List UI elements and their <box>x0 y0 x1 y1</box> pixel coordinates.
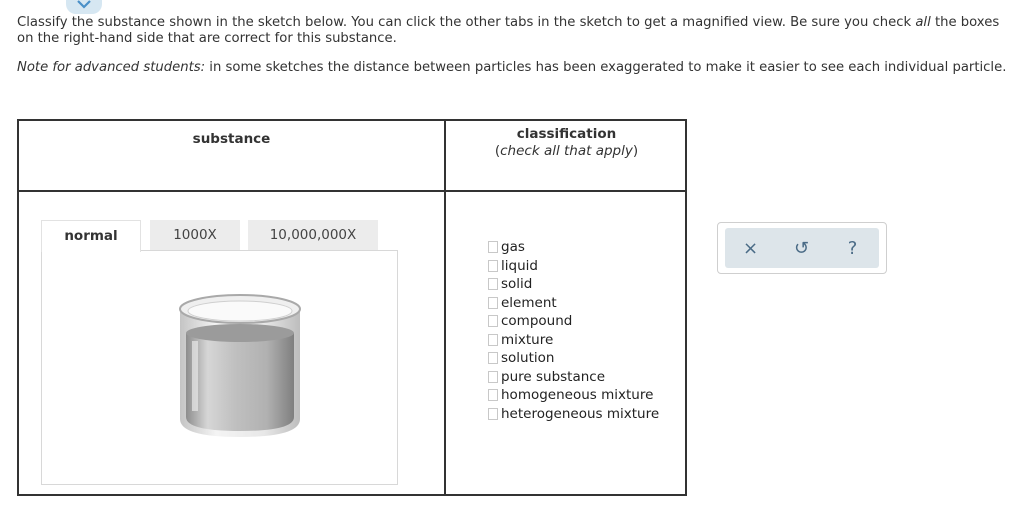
checkbox-solution[interactable] <box>488 352 498 365</box>
chevron-down-icon <box>77 0 91 9</box>
classification-options: gas liquid solid element compound mixtur… <box>488 238 659 423</box>
clear-button[interactable]: × <box>725 228 776 268</box>
tab-1000x[interactable]: 1000X <box>150 220 240 250</box>
checkbox-gas[interactable] <box>488 241 498 254</box>
checkbox-liquid[interactable] <box>488 259 498 272</box>
column-divider <box>444 121 446 494</box>
help-icon: ? <box>847 237 858 259</box>
checkbox-solid[interactable] <box>488 278 498 291</box>
checkbox-homogeneous-mixture[interactable] <box>488 389 498 402</box>
undo-icon: ↺ <box>793 237 810 259</box>
checkbox-pure-substance[interactable] <box>488 370 498 383</box>
option-liquid: liquid <box>488 257 659 276</box>
action-buttons: × ↺ ? <box>725 228 879 268</box>
tab-10000000x[interactable]: 10,000,000X <box>248 220 378 250</box>
option-homogeneous-mixture: homogeneous mixture <box>488 386 659 405</box>
classification-table: substance classification (check all that… <box>17 119 687 496</box>
option-heterogeneous-mixture: heterogeneous mixture <box>488 405 659 424</box>
option-mixture: mixture <box>488 331 659 350</box>
option-pure-substance: pure substance <box>488 368 659 387</box>
checkbox-heterogeneous-mixture[interactable] <box>488 407 498 420</box>
tab-normal[interactable]: normal <box>41 220 141 252</box>
row-divider <box>19 190 685 192</box>
instructions: Classify the substance shown in the sket… <box>17 15 1007 76</box>
option-solid: solid <box>488 275 659 294</box>
option-compound: compound <box>488 312 659 331</box>
classification-subtitle: (check all that apply) <box>494 143 639 159</box>
undo-button[interactable]: ↺ <box>776 228 827 268</box>
option-solution: solution <box>488 349 659 368</box>
collapse-toggle[interactable] <box>66 0 102 14</box>
classification-title: classification <box>516 126 617 142</box>
help-button[interactable]: ? <box>827 228 878 268</box>
option-gas: gas <box>488 238 659 257</box>
instruction-text: Classify the substance shown in the sket… <box>17 15 1000 46</box>
sketch-panel <box>41 250 398 485</box>
classification-header: classification (check all that apply) <box>446 126 687 160</box>
option-element: element <box>488 294 659 313</box>
checkbox-compound[interactable] <box>488 315 498 328</box>
action-toolbar: × ↺ ? <box>717 222 887 274</box>
close-icon: × <box>742 237 759 259</box>
checkbox-element[interactable] <box>488 296 498 309</box>
beaker-image <box>179 294 301 437</box>
checkbox-mixture[interactable] <box>488 333 498 346</box>
substance-header: substance <box>192 131 271 147</box>
advanced-note: Note for advanced students: in some sket… <box>17 60 1007 75</box>
